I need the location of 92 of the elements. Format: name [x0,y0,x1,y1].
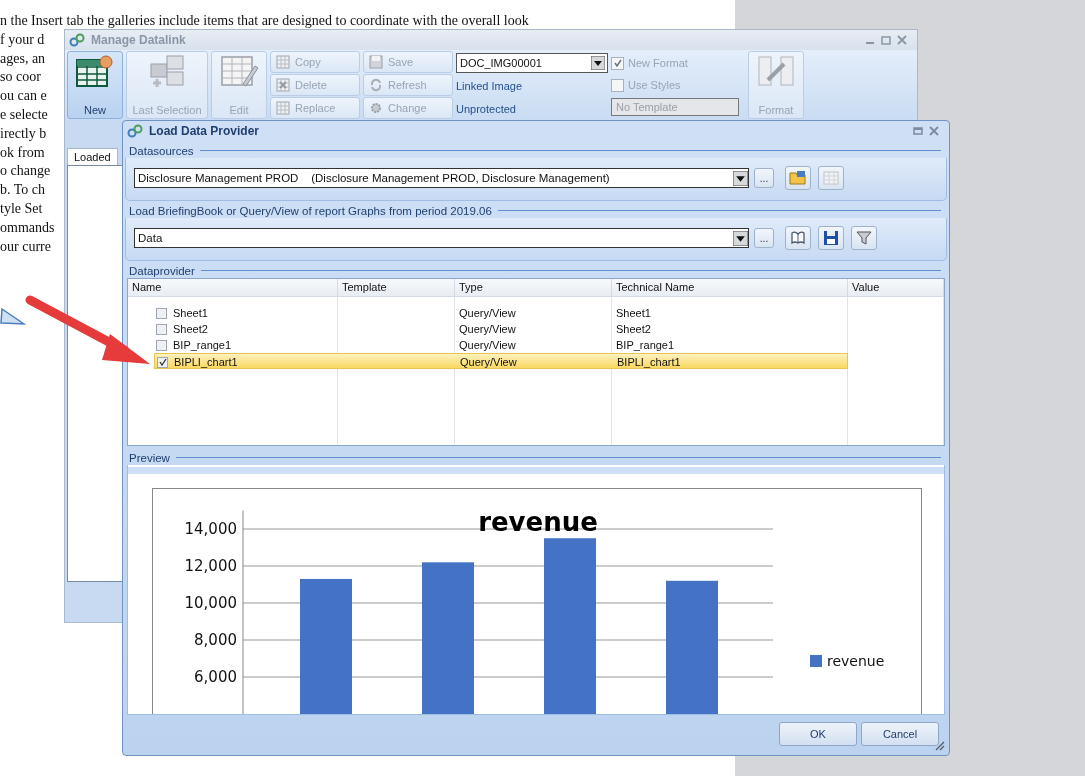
column-header[interactable]: Template [338,279,455,296]
table-cell: BIPLI_chart1 [617,356,681,368]
document-text: irectly b [0,124,47,143]
axis-label: 10,000 [184,594,237,612]
dialog-button[interactable]: OK [779,722,857,746]
triangle-icon [0,307,26,325]
floppy-icon [369,55,383,69]
browse-button[interactable]: ... [754,168,774,188]
table-star-icon [75,54,115,88]
document-text: ommands [0,218,55,237]
axis-label: 12,000 [184,557,237,575]
document-text: our curre [0,237,51,256]
table-cell: Query/View [460,356,517,368]
protection-label: Unprotected [456,102,517,117]
dropdown-arrow-icon [591,56,605,70]
grid-icon [276,101,290,115]
table-row[interactable]: BIP_range1 Query/View BIP_range1 [154,337,848,353]
link-icon [69,32,85,48]
folder-button[interactable] [785,166,811,190]
close-icon[interactable] [929,126,939,136]
document-text: so coor [0,68,41,87]
chart-title: revenue [478,507,598,537]
book-icon [790,230,806,246]
dialog-title: Load Data Provider [149,124,260,138]
close-icon[interactable] [897,35,907,45]
table-row[interactable]: Sheet2 Query/View Sheet2 [154,321,848,337]
table-cell: BIP_range1 [616,339,675,351]
document-text: ou can e [0,87,47,106]
dropdown-field[interactable]: Disclosure Management PROD (Disclosure Management PROD, Disclosure Management) [134,168,749,188]
axis-label: 6,000 [194,668,237,686]
axis-label: 8,000 [194,631,237,649]
group-label: Preview [129,451,170,464]
checkbox[interactable] [156,307,167,319]
table-cell: Query/View [459,339,516,351]
table-cell: Sheet2 [173,323,208,335]
table-button[interactable] [818,166,844,190]
table-row[interactable]: Sheet1 Query/View Sheet1 [154,305,848,321]
column-header[interactable]: Type [455,279,612,296]
document-text: n the Insert tab the galleries include items that are designed to coordinate with the overall look [0,12,529,30]
document-text: ok from [0,143,45,162]
table-cell: Sheet1 [616,307,651,319]
table-cell: Query/View [459,307,516,319]
dropdown-arrow-icon [733,230,748,246]
filter-button[interactable] [851,226,877,250]
axis-label: 14,000 [184,520,237,538]
book-button[interactable] [785,226,811,250]
save-button[interactable] [818,226,844,250]
table-cell: Sheet1 [173,307,208,319]
floppy-icon [823,230,839,246]
dialog-button[interactable]: Cancel [861,722,939,746]
document-text: ages, an [0,49,46,68]
image-select[interactable]: DOC_IMG00001 [456,53,608,73]
folder-icon [789,170,807,186]
document-text: o change [0,162,51,181]
column-header[interactable]: Technical Name [612,279,848,296]
gear-icon [369,101,383,115]
link-icon [127,123,143,139]
maximize-icon[interactable] [881,35,891,45]
table-cell: Sheet2 [616,323,651,335]
legend-label: revenue [827,653,885,669]
document-text: b. To ch [0,181,46,200]
refresh-icon [369,78,383,92]
table-pencil-icon [219,54,259,88]
filter-icon [856,230,872,246]
column-header[interactable]: Name [128,279,338,296]
checkbox[interactable] [156,323,167,335]
document-text: f your d [0,30,45,49]
dropdown-arrow-icon [733,170,748,186]
grid-icon [276,55,290,69]
checkbox[interactable] [157,356,168,368]
ribbon-button[interactable]: New [67,51,123,119]
table-cell: BIP_range1 [173,339,232,351]
checkbox[interactable] [156,339,167,351]
group-label: Dataprovider [129,264,195,277]
browse-button[interactable]: ... [754,228,774,248]
group-label: Datasources [129,144,194,157]
window-title: Manage Datalink [91,33,186,47]
resize-grip-icon[interactable] [935,741,945,751]
document-text: tyle Set [0,199,43,218]
table-cell: Query/View [459,323,516,335]
dropdown-field[interactable]: Data [134,228,749,248]
tab[interactable]: Loaded [67,148,118,165]
maximize-icon[interactable] [913,126,923,136]
table-cell: BIPLI_chart1 [174,356,238,368]
column-header[interactable]: Value [848,279,944,296]
table-row[interactable]: BIPLI_chart1 Query/View BIPLI_chart1 [154,353,848,369]
group-label: Load BriefingBook or Query/View of report Graphs from period 2019.06 [129,204,492,217]
grid-x-icon [276,78,290,92]
grid-icon [823,171,839,185]
format-link-icon [756,54,796,88]
link-type-label: Linked Image [456,79,524,94]
document-text: e selecte [0,106,48,124]
